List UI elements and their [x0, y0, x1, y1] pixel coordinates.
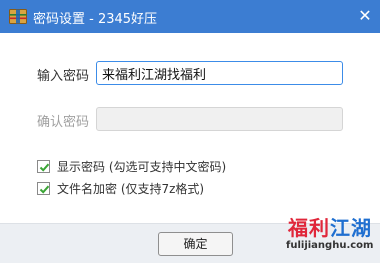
- watermark-logo: 福利江湖 fulijianghu.com: [286, 212, 374, 258]
- password-input[interactable]: [96, 61, 343, 85]
- window-title: 密码设置 - 2345好压: [33, 12, 158, 27]
- show-password-checkbox[interactable]: [37, 160, 50, 173]
- title-bar[interactable]: 密码设置 - 2345好压 ✕: [0, 0, 380, 33]
- show-password-label: 显示密码 (勾选可支持中文密码): [57, 160, 227, 174]
- confirm-password-label: 确认密码: [37, 115, 90, 130]
- password-label: 输入密码: [37, 69, 90, 84]
- close-icon[interactable]: ✕: [354, 5, 376, 27]
- watermark-url: fulijianghu.com: [286, 240, 374, 251]
- encrypt-filenames-option[interactable]: 文件名加密 (仅支持7z格式): [37, 180, 204, 197]
- archive-icon: [9, 9, 27, 24]
- checkmark-icon: [39, 163, 50, 172]
- watermark-brand: 福利江湖: [288, 212, 372, 241]
- show-password-option[interactable]: 显示密码 (勾选可支持中文密码): [37, 158, 226, 175]
- ok-button[interactable]: 确定: [158, 232, 233, 256]
- checkmark-icon: [39, 185, 50, 194]
- encrypt-filenames-label: 文件名加密 (仅支持7z格式): [57, 182, 205, 196]
- confirm-password-input[interactable]: [96, 107, 343, 131]
- encrypt-filenames-checkbox[interactable]: [37, 182, 50, 195]
- watermark-brand-part2: 江湖: [330, 216, 372, 240]
- watermark-brand-part1: 福利: [288, 216, 330, 240]
- password-dialog: 密码设置 - 2345好压 ✕ 输入密码 确认密码 显示密码 (勾选可支持中文密…: [0, 0, 380, 263]
